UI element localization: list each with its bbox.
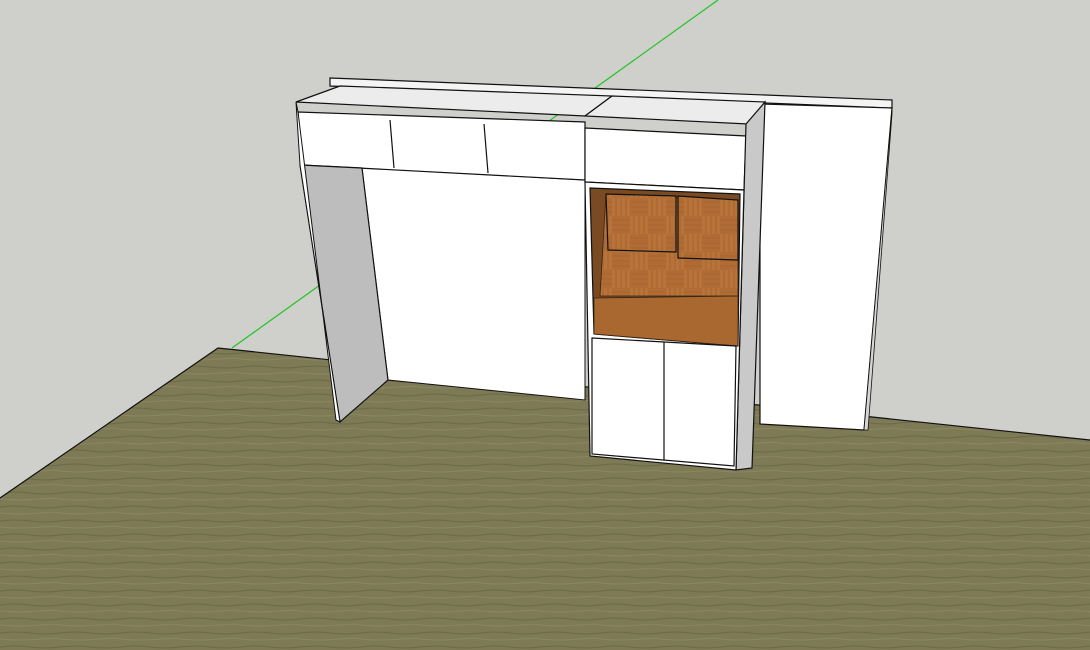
model-viewport[interactable] (0, 0, 1090, 650)
scene-canvas[interactable] (0, 0, 1090, 650)
back-wall-inner (361, 167, 586, 401)
lower-doors[interactable] (591, 337, 737, 467)
niche-upper-door-right[interactable] (677, 195, 739, 261)
top-drawer[interactable] (584, 127, 747, 191)
niche-upper-door-left[interactable] (605, 193, 677, 253)
tall-cabinet-right[interactable] (583, 95, 767, 471)
wood-niche (589, 187, 741, 347)
